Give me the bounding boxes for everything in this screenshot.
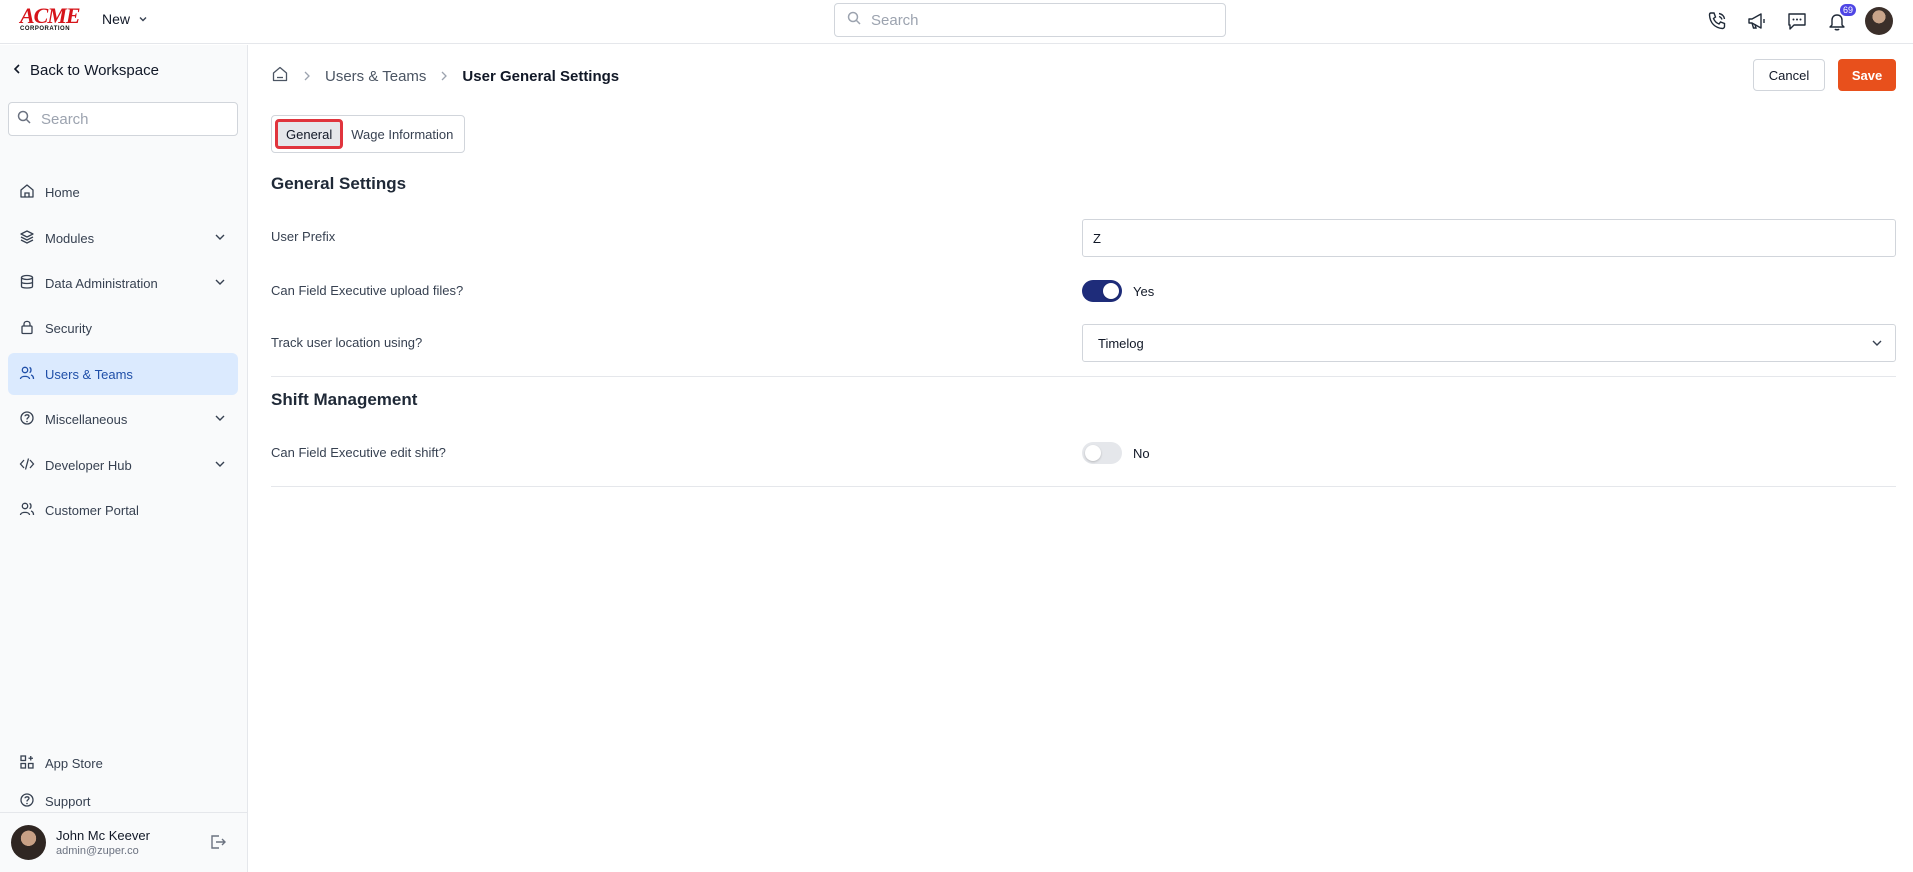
tab-wage-information[interactable]: Wage Information — [343, 119, 461, 149]
sidebar-item-label: Home — [45, 184, 80, 200]
breadcrumb: Users & Teams User General Settings — [271, 65, 619, 87]
global-search-input[interactable] — [871, 11, 1191, 29]
megaphone-icon[interactable] — [1745, 9, 1769, 33]
help-circle-icon — [19, 792, 35, 811]
sidebar-search-input[interactable] — [41, 110, 221, 128]
edit-shift-toggle[interactable] — [1082, 442, 1122, 464]
search-icon — [847, 11, 861, 30]
sidebar: Back to Workspace Home Modules Data Admi… — [0, 45, 248, 872]
main-content: Users & Teams User General Settings Canc… — [249, 45, 1913, 872]
sidebar-item-modules[interactable]: Modules — [8, 217, 238, 259]
sidebar-item-developer-hub[interactable]: Developer Hub — [8, 444, 238, 486]
home-icon[interactable] — [271, 65, 289, 87]
new-button[interactable]: New — [102, 11, 148, 27]
back-label: Back to Workspace — [30, 62, 159, 79]
sidebar-item-label: Data Administration — [45, 275, 158, 291]
bell-icon[interactable]: 69 — [1825, 4, 1856, 33]
help-circle-icon — [19, 410, 35, 429]
track-location-value: Timelog — [1098, 335, 1144, 351]
phone-icon[interactable] — [1705, 9, 1729, 33]
database-icon — [19, 274, 35, 293]
upload-files-label: Can Field Executive upload files? — [271, 283, 464, 298]
apps-icon — [19, 754, 35, 773]
edit-shift-label: Can Field Executive edit shift? — [271, 445, 446, 460]
logout-icon[interactable] — [209, 833, 227, 856]
save-button[interactable]: Save — [1838, 59, 1896, 91]
chevron-down-icon — [138, 11, 148, 27]
search-icon — [17, 110, 31, 129]
new-label: New — [102, 11, 131, 27]
edit-shift-toggle-group: No — [1082, 442, 1150, 464]
cancel-button[interactable]: Cancel — [1753, 59, 1825, 91]
section-divider — [271, 376, 1896, 377]
users-icon — [19, 365, 35, 384]
sidebar-item-data-administration[interactable]: Data Administration — [8, 262, 238, 304]
sidebar-item-users-teams[interactable]: Users & Teams — [8, 353, 238, 395]
tab-general[interactable]: General — [275, 119, 344, 149]
section-divider — [271, 486, 1896, 487]
sidebar-item-label: Security — [45, 320, 92, 336]
sidebar-item-home[interactable]: Home — [8, 171, 238, 213]
chevron-down-icon — [1871, 337, 1883, 352]
chevron-down-icon[interactable] — [214, 276, 226, 291]
chevron-right-icon — [303, 68, 311, 85]
shift-management-title: Shift Management — [271, 390, 418, 409]
toggle-knob — [1103, 283, 1119, 299]
track-location-select[interactable]: Timelog — [1082, 324, 1896, 362]
sidebar-item-security[interactable]: Security — [8, 307, 238, 349]
sidebar-item-label: Miscellaneous — [45, 411, 128, 427]
edit-shift-state: No — [1133, 445, 1150, 461]
top-bar: ACME CORPORATION New 69 — [0, 0, 1913, 44]
global-search[interactable] — [834, 3, 1226, 37]
chevron-down-icon[interactable] — [214, 231, 226, 246]
users-icon — [19, 501, 35, 520]
sidebar-item-miscellaneous[interactable]: Miscellaneous — [8, 398, 238, 440]
breadcrumb-current: User General Settings — [462, 67, 620, 85]
upload-files-toggle-group: Yes — [1082, 280, 1154, 302]
lock-icon — [19, 319, 35, 338]
user-name: John Mc Keever — [56, 828, 150, 843]
sidebar-item-label: Support — [45, 793, 91, 809]
general-settings-title: General Settings — [271, 174, 407, 193]
breadcrumb-parent[interactable]: Users & Teams — [325, 68, 426, 85]
toggle-knob — [1085, 445, 1101, 461]
logo-word: ACME — [20, 3, 81, 28]
sidebar-item-app-store[interactable]: App Store — [8, 745, 238, 781]
sidebar-item-label: Customer Portal — [45, 502, 139, 518]
chevron-left-icon — [12, 62, 22, 79]
sidebar-item-label: Users & Teams — [45, 366, 133, 382]
top-actions: 69 — [1705, 4, 1893, 35]
user-prefix-input[interactable] — [1093, 230, 1873, 246]
track-location-label: Track user location using? — [271, 335, 423, 350]
settings-tabs: General Wage Information — [271, 115, 466, 153]
user-prefix-label: User Prefix — [271, 229, 336, 244]
user-prefix-field[interactable] — [1082, 219, 1896, 257]
sidebar-item-label: App Store — [45, 755, 103, 771]
sidebar-item-label: Developer Hub — [45, 457, 132, 473]
sidebar-item-customer-portal[interactable]: Customer Portal — [8, 489, 238, 531]
acme-logo[interactable]: ACME CORPORATION — [20, 5, 82, 33]
avatar[interactable] — [11, 825, 46, 860]
profile-avatar[interactable] — [1865, 7, 1893, 35]
code-icon — [19, 456, 35, 475]
sidebar-item-label: Modules — [45, 230, 95, 246]
sidebar-search[interactable] — [8, 102, 238, 136]
user-profile-block: John Mc Keever admin@zuper.co — [0, 812, 247, 872]
user-email: admin@zuper.co — [56, 845, 139, 857]
chevron-down-icon[interactable] — [214, 458, 226, 473]
notification-badge: 69 — [1839, 4, 1856, 16]
chevron-down-icon[interactable] — [214, 412, 226, 427]
chevron-right-icon — [440, 68, 448, 85]
chat-icon[interactable] — [1785, 9, 1809, 33]
home-icon — [19, 183, 35, 202]
upload-files-toggle[interactable] — [1082, 280, 1122, 302]
layers-icon — [19, 229, 35, 248]
upload-files-state: Yes — [1133, 283, 1155, 299]
back-to-workspace-link[interactable]: Back to Workspace — [12, 62, 159, 79]
